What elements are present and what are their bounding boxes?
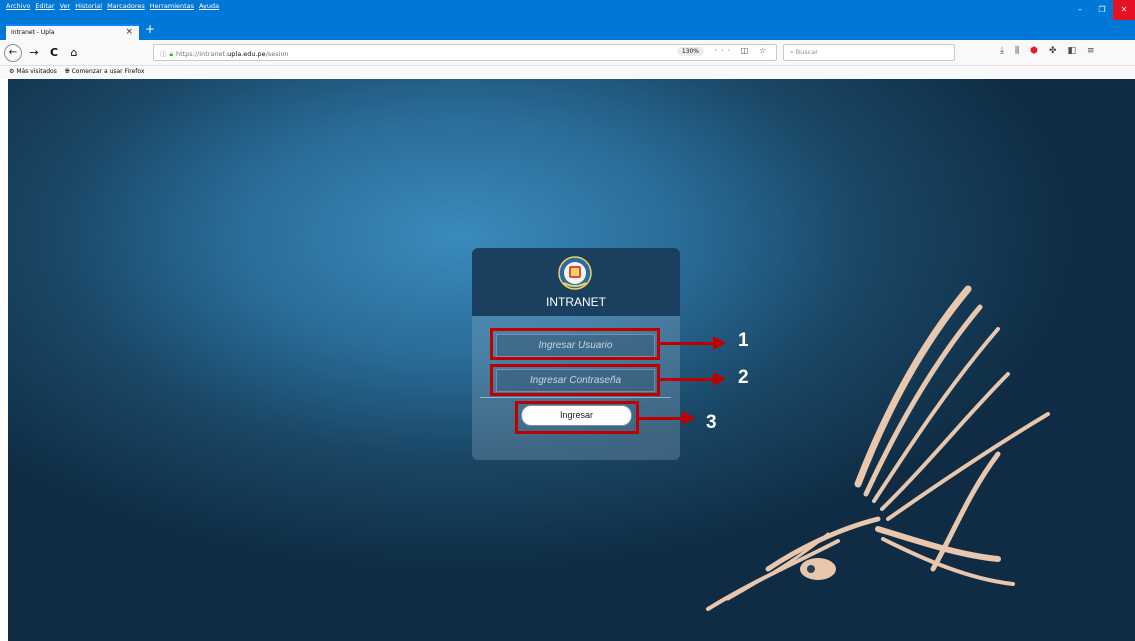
- minimize-button[interactable]: –: [1069, 0, 1091, 20]
- bookmarks-bar: ⚙ Más visitados 🌐︎ Comenzar a usar Firef…: [0, 66, 1135, 79]
- forward-button[interactable]: →: [25, 44, 43, 62]
- arrow-1-icon: [713, 336, 726, 350]
- highlight-submit: [515, 401, 639, 434]
- menu-icon[interactable]: ≡: [1087, 46, 1095, 56]
- menu-herramientas[interactable]: Herramientas: [150, 2, 194, 10]
- arrow-2-line: [660, 378, 715, 381]
- annotation-label-1: 1: [738, 330, 749, 351]
- menu-historial[interactable]: Historial: [75, 2, 102, 10]
- tab-title: Intranet - Upla: [11, 29, 55, 36]
- ublock-icon[interactable]: ⬢: [1030, 46, 1038, 56]
- arrow-2-icon: [713, 372, 726, 386]
- lock-icon: 🔒︎: [169, 50, 173, 58]
- condor-illustration: [706, 285, 1050, 611]
- url-bar[interactable]: ⓘ 🔒︎ https://intranet.upla.edu.pe/sesion 1…: [153, 44, 777, 61]
- extension-icon[interactable]: ✤: [1049, 46, 1057, 56]
- bookmark-mas-visitados[interactable]: ⚙ Más visitados: [9, 68, 57, 79]
- highlight-username: [490, 328, 660, 360]
- menu-marcadores[interactable]: Marcadores: [107, 2, 145, 10]
- tab-intranet[interactable]: Intranet - Upla ×: [6, 24, 139, 40]
- annotation-label-2: 2: [738, 367, 749, 388]
- close-window-button[interactable]: ✕: [1113, 0, 1135, 20]
- tab-strip: Intranet - Upla ×: [0, 20, 1135, 40]
- reload-button[interactable]: C: [45, 44, 63, 62]
- arrow-3-line: [639, 417, 684, 420]
- window-controls: – ❐ ✕: [1069, 0, 1135, 20]
- login-title: INTRANET: [546, 295, 606, 309]
- url-text: https://intranet.upla.edu.pe/sesion: [175, 50, 289, 58]
- menu-editar[interactable]: Editar: [35, 2, 54, 10]
- menu-ver[interactable]: Ver: [60, 2, 71, 10]
- search-icon: ⌕: [790, 48, 794, 56]
- download-icon[interactable]: ⤓: [1000, 46, 1004, 56]
- window-titlebar: Archivo Editar Ver Historial Marcadores …: [0, 0, 1135, 20]
- back-button[interactable]: ←: [4, 44, 22, 62]
- maximize-button[interactable]: ❐: [1091, 0, 1113, 20]
- home-button[interactable]: ⌂: [65, 44, 83, 62]
- menu-ayuda[interactable]: Ayuda: [199, 2, 219, 10]
- annotation-label-3: 3: [706, 412, 717, 433]
- library-icon[interactable]: ⫼: [1015, 46, 1019, 56]
- navigation-bar: ← → C ⌂ ⓘ 🔒︎ https://intranet.upla.edu.pe/…: [0, 40, 1135, 66]
- arrow-1-line: [660, 342, 715, 345]
- zoom-indicator[interactable]: 130%: [676, 47, 704, 56]
- search-input[interactable]: ⌕ Buscar: [783, 44, 955, 61]
- highlight-password: [490, 364, 660, 396]
- globe-icon: 🌐︎: [64, 68, 70, 75]
- gear-icon: ⚙: [9, 68, 15, 75]
- university-seal-icon: [558, 256, 592, 290]
- menu-bar: Archivo Editar Ver Historial Marcadores …: [6, 2, 219, 10]
- info-icon[interactable]: ⓘ: [160, 50, 167, 58]
- search-placeholder: Buscar: [795, 48, 818, 56]
- login-header: INTRANET: [472, 248, 680, 316]
- menu-archivo[interactable]: Archivo: [6, 2, 30, 10]
- sidebar-icon[interactable]: ◧: [1068, 46, 1077, 56]
- bookmark-comenzar-firefox[interactable]: 🌐︎ Comenzar a usar Firefox: [65, 68, 145, 79]
- new-tab-button[interactable]: +: [145, 22, 155, 36]
- form-divider: [480, 397, 671, 398]
- page-actions[interactable]: ··· ◫ ☆: [715, 46, 770, 55]
- toolbar-icons: ⤓ ⫼ ⬢ ✤ ◧ ≡: [1000, 46, 1095, 56]
- arrow-3-icon: [682, 411, 695, 425]
- tab-close-icon[interactable]: ×: [125, 27, 133, 37]
